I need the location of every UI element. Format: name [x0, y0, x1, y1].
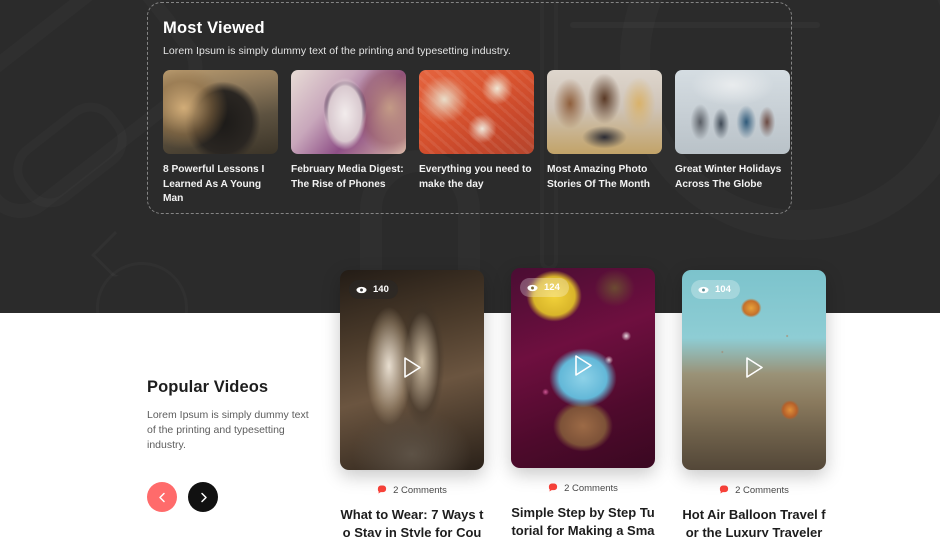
comment-count: 2 Comments — [564, 482, 618, 494]
comment-icon — [548, 479, 558, 497]
most-viewed-card-list: 8 Powerful Lessons I Learned As A Young … — [163, 70, 790, 207]
eye-icon — [356, 286, 367, 294]
view-count-value: 104 — [715, 284, 731, 295]
most-viewed-card-title: Most Amazing Photo Stories Of The Month — [547, 164, 651, 190]
most-viewed-title: Most Viewed — [163, 19, 265, 37]
eye-icon — [527, 284, 538, 292]
thumbnail-group-snow-skiers[interactable] — [675, 70, 790, 154]
view-count-value: 124 — [544, 282, 560, 293]
video-card[interactable]: 140 2 Comments What to Wear: 7 Ways to S… — [340, 270, 484, 537]
most-viewed-card-title: Everything you need to make the day — [419, 164, 532, 190]
thumbnail-picnic-blanket-flatlay[interactable] — [419, 70, 534, 154]
video-title: What to Wear: 7 Ways to Stay in Style fo… — [340, 507, 484, 537]
video-title: Hot Air Balloon Travel for the Luxury Tr… — [682, 507, 826, 537]
video-title: Simple Step by Step Tutorial for Making … — [511, 505, 655, 537]
thumbnail-portrait-man-forest[interactable] — [163, 70, 278, 154]
most-viewed-card[interactable]: February Media Digest: The Rise of Phone… — [291, 70, 406, 207]
chevron-left-icon — [157, 492, 168, 503]
most-viewed-card[interactable]: Everything you need to make the day — [419, 70, 534, 207]
comment-icon — [719, 481, 729, 499]
most-viewed-section: Most Viewed Lorem Ipsum is simply dummy … — [147, 2, 792, 214]
most-viewed-card[interactable]: Most Amazing Photo Stories Of The Month — [547, 70, 662, 207]
comment-icon — [377, 481, 387, 499]
most-viewed-card[interactable]: Great Winter Holidays Across The Globe — [675, 70, 790, 207]
video-card[interactable]: 104 2 Comments Hot Air Balloon Travel fo… — [682, 270, 826, 537]
chevron-right-icon — [198, 492, 209, 503]
popular-videos-card-list: 140 2 Comments What to Wear: 7 Ways to S… — [340, 268, 826, 537]
popular-videos-intro: Popular Videos Lorem Ipsum is simply dum… — [147, 378, 322, 512]
view-count-badge: 124 — [520, 278, 569, 297]
carousel-next-button[interactable] — [188, 482, 218, 512]
most-viewed-subtitle: Lorem Ipsum is simply dummy text of the … — [163, 45, 511, 57]
view-count-value: 140 — [373, 284, 389, 295]
carousel-prev-button[interactable] — [147, 482, 177, 512]
thumbnail-blue-frosted-cupcake[interactable]: 124 — [511, 268, 655, 468]
thumbnail-hot-air-balloons-valley[interactable]: 104 — [682, 270, 826, 470]
video-meta: 2 Comments — [340, 481, 484, 499]
play-icon[interactable] — [570, 353, 596, 384]
video-meta: 2 Comments — [511, 479, 655, 497]
comment-count: 2 Comments — [393, 484, 447, 496]
video-meta: 2 Comments — [682, 481, 826, 499]
video-card[interactable]: 124 2 Comments Simple Step by Step Tutor… — [511, 268, 655, 537]
most-viewed-card-title: 8 Powerful Lessons I Learned As A Young … — [163, 164, 265, 204]
most-viewed-card-title: Great Winter Holidays Across The Globe — [675, 164, 782, 190]
carousel-controls — [147, 482, 322, 512]
most-viewed-card[interactable]: 8 Powerful Lessons I Learned As A Young … — [163, 70, 278, 207]
view-count-badge: 104 — [691, 280, 740, 299]
view-count-badge: 140 — [349, 280, 398, 299]
eye-icon — [698, 286, 709, 294]
play-icon[interactable] — [741, 355, 767, 386]
popular-videos-subtitle: Lorem Ipsum is simply dummy text of the … — [147, 409, 309, 451]
thumbnail-hands-holding-phone[interactable] — [291, 70, 406, 154]
play-icon[interactable] — [399, 355, 425, 386]
thumbnail-couple-on-stairs[interactable]: 140 — [340, 270, 484, 470]
most-viewed-card-title: February Media Digest: The Rise of Phone… — [291, 164, 404, 190]
thumbnail-three-women-selfie[interactable] — [547, 70, 662, 154]
comment-count: 2 Comments — [735, 484, 789, 496]
popular-videos-title: Popular Videos — [147, 378, 269, 396]
